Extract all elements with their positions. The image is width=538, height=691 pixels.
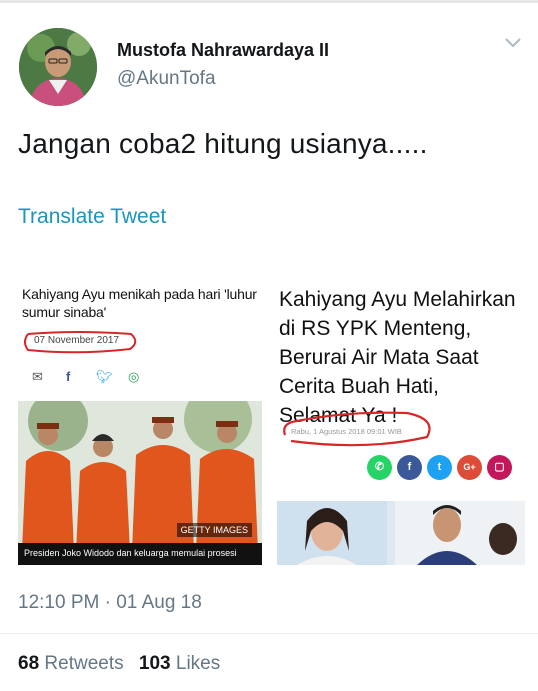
article-photo <box>277 501 525 565</box>
tweet-timestamp[interactable]: 12:10 PM · 01 Aug 18 <box>18 592 202 614</box>
comment-icon[interactable]: ▢ <box>487 455 512 480</box>
divider <box>0 633 538 634</box>
article-screenshot-right[interactable]: Kahiyang Ayu Melahirkan di RS YPK Menten… <box>273 273 525 565</box>
share-bar: ✉ f 🐦︎ ◎ <box>18 361 262 397</box>
twitter-icon[interactable]: t <box>427 455 452 480</box>
mail-icon[interactable]: ✉ <box>32 369 43 385</box>
whatsapp-icon[interactable]: ◎ <box>128 369 139 385</box>
article-title: Kahiyang Ayu menikah pada hari 'luhur su… <box>22 286 257 320</box>
chevron-down-icon[interactable] <box>503 36 523 50</box>
retweets-count[interactable]: 68 <box>18 653 39 674</box>
facebook-icon[interactable]: f <box>397 455 422 480</box>
social-share-bar: ✆ f t G+ ▢ <box>367 455 523 485</box>
tweet-text: Jangan coba2 hitung usianya..... <box>18 128 428 159</box>
retweets-label[interactable]: Retweets <box>44 653 123 674</box>
red-annotation-circle <box>24 331 137 354</box>
facebook-icon[interactable]: f <box>66 369 70 384</box>
translate-tweet-link[interactable]: Translate Tweet <box>18 205 166 229</box>
twitter-icon[interactable]: 🐦︎ <box>96 369 113 385</box>
engagement-stats: 68 Retweets 103 Likes <box>18 653 220 675</box>
author-handle[interactable]: @AkunTofa <box>117 68 216 90</box>
google-plus-icon[interactable]: G+ <box>457 455 482 480</box>
photo-caption: Presiden Joko Widodo dan keluarga memula… <box>18 543 262 565</box>
likes-label[interactable]: Likes <box>176 653 220 674</box>
top-divider <box>0 0 538 3</box>
red-annotation-circle <box>283 411 431 447</box>
photo-credit: GETTY IMAGES <box>176 523 252 537</box>
article-screenshot-left[interactable]: Kahiyang Ayu menikah pada hari 'luhur su… <box>18 273 262 565</box>
likes-count[interactable]: 103 <box>139 653 171 674</box>
whatsapp-icon[interactable]: ✆ <box>367 455 392 480</box>
avatar[interactable] <box>19 28 97 106</box>
author-name[interactable]: Mustofa Nahrawardaya II <box>117 40 329 61</box>
article-photo: GETTY IMAGES Presiden Joko Widodo dan ke… <box>18 401 262 565</box>
